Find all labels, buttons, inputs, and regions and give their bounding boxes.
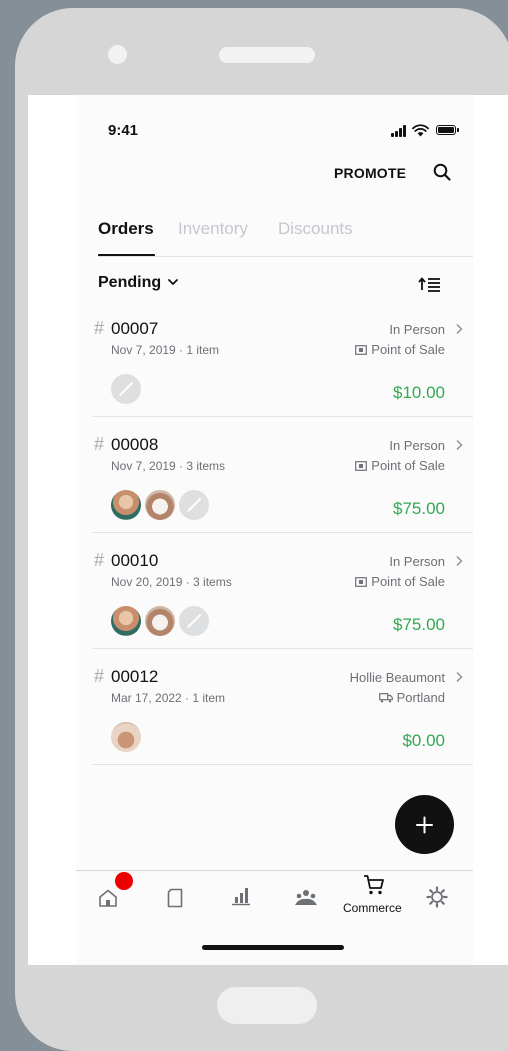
order-price: $10.00 [393,383,445,402]
nav-commerce-label: Commerce [343,901,402,915]
nav-commerce[interactable]: Commerce [343,875,406,928]
order-number: 00010 [111,551,159,570]
order-number: 00007 [111,319,159,338]
nav-documents[interactable] [156,878,196,928]
screen: 9:41 PROMOTE Orders Inventory Discounts [28,95,508,965]
tab-discounts[interactable]: Discounts [278,219,353,239]
search-icon[interactable] [433,163,451,181]
home-button[interactable] [217,987,317,1024]
speaker [219,47,315,63]
row-divider [92,532,473,533]
bar-chart-icon [232,888,250,906]
item-thumbnail-food [111,606,141,636]
order-channel: In Person [389,438,445,453]
tab-inventory[interactable]: Inventory [178,219,248,239]
order-meta: Nov 20, 2019 · 3 items [111,575,232,589]
item-thumbnail-placeholder [179,606,209,636]
chevron-right-icon [456,556,463,566]
chevron-right-icon [456,324,463,334]
home-indicator[interactable] [202,945,344,950]
battery-icon [436,125,456,135]
order-channel: Hollie Beaumont [349,670,445,685]
status-icons [391,123,461,137]
item-thumbnail-bread [111,722,141,752]
wifi-icon [412,124,429,137]
truck-icon [378,693,393,703]
signal-icon [391,125,407,137]
order-hash: # [94,434,105,454]
status-filter[interactable]: Pending [98,274,161,292]
order-meta: Mar 17, 2022 · 1 item [111,691,226,705]
order-hash: # [94,550,105,570]
order-source-label: Point of Sale [371,342,445,357]
cash-register-icon [355,577,368,587]
tabs-divider [98,256,473,257]
document-icon [167,888,183,908]
order-number: 00008 [111,435,159,454]
home-icon [99,889,117,907]
promote-button[interactable]: PROMOTE [334,165,406,181]
order-source: Point of Sale [355,342,445,357]
item-thumbnail-placeholder [179,490,209,520]
item-thumbnail-placeholder [111,374,141,404]
order-price: $75.00 [393,499,445,518]
add-order-button[interactable] [395,795,454,854]
item-thumbnail-food [111,490,141,520]
battery-nub [457,128,459,132]
row-divider [92,764,473,765]
row-divider [92,648,473,649]
order-hash: # [94,318,105,338]
tab-orders[interactable]: Orders [98,219,154,239]
order-source: Point of Sale [355,458,445,473]
bottom-tab-bar: Commerce [76,872,473,928]
app: 9:41 PROMOTE Orders Inventory Discounts [76,95,473,965]
order-source-label: Portland [396,690,445,705]
order-source-label: Point of Sale [371,458,445,473]
order-meta: Nov 7, 2019 · 1 item [111,343,220,357]
customers-icon [295,890,317,905]
status-time: 9:41 [108,122,139,139]
nav-home[interactable] [88,872,133,928]
item-thumbnail-mug [145,606,175,636]
item-thumbnail-mug [145,490,175,520]
order-channel: In Person [389,554,445,569]
cash-register-icon [355,461,368,471]
nav-settings[interactable] [416,878,456,928]
chevron-right-icon [456,672,463,682]
order-channel: In Person [389,322,445,337]
tab-bar-divider [76,870,473,871]
chevron-right-icon [456,440,463,450]
order-number: 00012 [111,667,159,686]
camera [108,45,127,64]
cash-register-icon [355,345,368,355]
order-price: $75.00 [393,615,445,634]
order-source: Point of Sale [355,574,445,589]
nav-reports[interactable] [221,878,261,928]
sort-icon[interactable] [418,275,442,293]
order-meta: Nov 7, 2019 · 3 items [111,459,226,473]
cart-icon [364,875,384,895]
notification-badge [115,872,133,890]
row-divider [92,416,473,417]
nav-customers[interactable] [286,878,326,928]
order-source: Portland [378,690,445,705]
chevron-down-icon[interactable] [167,276,179,288]
order-source-label: Point of Sale [371,574,445,589]
order-price: $0.00 [402,731,445,750]
order-hash: # [94,666,105,686]
gear-icon [426,886,448,908]
